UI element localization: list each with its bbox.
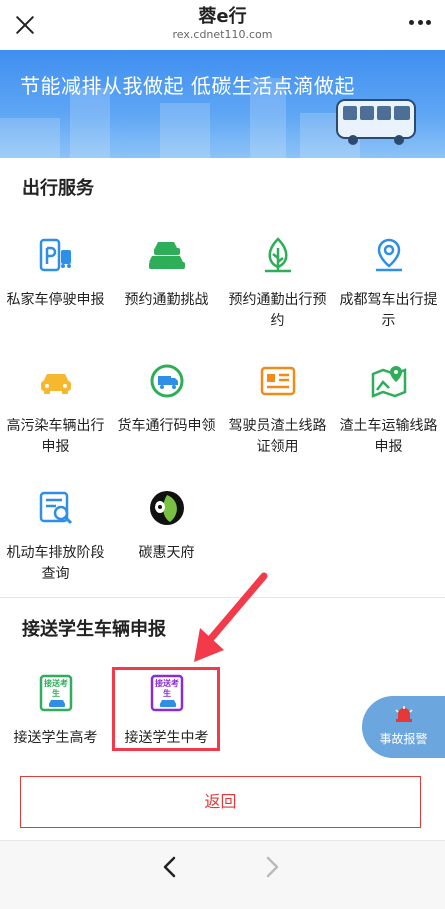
title-block: 蓉e行 rex.cdnet110.com [0, 6, 445, 42]
license-card-icon [260, 366, 295, 396]
service-commute-reservation[interactable]: 预约通勤出行预约 [222, 236, 333, 332]
service-label: 预约通勤出行预约 [228, 292, 327, 329]
banner[interactable]: 节能减排从我做起 低碳生活点滴做起 [0, 50, 445, 158]
service-carbon-tianfu[interactable]: 碳惠天府 [111, 489, 222, 564]
pointer-arrow-icon [194, 572, 268, 662]
truck-badge-icon [150, 364, 183, 398]
accident-report-label: 事故报警 [379, 732, 428, 746]
student-badge-text: 接送考生 [44, 679, 68, 698]
browser-nav-bar [0, 840, 445, 909]
accident-report-button[interactable]: 事故报警 [362, 696, 445, 758]
document-search-icon [39, 491, 72, 525]
service-label: 成都驾车出行提示 [339, 292, 438, 329]
top-bar: 蓉e行 rex.cdnet110.com [0, 0, 445, 50]
service-label: 渣土车运输线路申报 [339, 418, 438, 455]
service-driving-tips[interactable]: 成都驾车出行提示 [333, 236, 444, 332]
car-icon [40, 374, 71, 394]
service-label: 驾驶员渣土线路证领用 [228, 418, 327, 455]
leaf-icon [264, 237, 291, 273]
service-truck-pass[interactable]: 货车通行码申领 [111, 362, 222, 437]
banner-slogan: 节能减排从我做起 低碳生活点滴做起 [20, 74, 355, 98]
highlight-box [112, 667, 220, 751]
service-high-pollution-vehicle[interactable]: 高污染车辆出行申报 [0, 362, 111, 458]
section-title-student-transport: 接送学生车辆申报 [22, 619, 166, 640]
service-label: 预约通勤挑战 [124, 292, 209, 308]
back-button[interactable]: 返回 [20, 776, 421, 828]
alarm-siren-icon [394, 706, 413, 722]
bus-illustration [336, 99, 416, 145]
section-title-travel: 出行服务 [22, 178, 94, 199]
route-map-icon [371, 366, 406, 398]
service-commute-challenge[interactable]: 预约通勤挑战 [111, 236, 222, 311]
panda-leaf-logo [149, 491, 184, 525]
service-label: 私家车停驶申报 [6, 292, 105, 308]
page-url: rex.cdnet110.com [172, 28, 273, 41]
service-driver-route-license[interactable]: 驾驶员渣土线路证领用 [222, 362, 333, 458]
service-label: 高污染车辆出行申报 [6, 418, 105, 455]
page-title: 蓉e行 [198, 6, 247, 27]
service-label: 货车通行码申领 [117, 418, 216, 434]
car-parking-icon [39, 238, 71, 272]
service-label: 碳惠天府 [138, 545, 195, 561]
service-muck-truck-route[interactable]: 渣土车运输线路申报 [333, 362, 444, 458]
location-pin-icon [375, 238, 402, 272]
student-item-label: 接送学生高考 [13, 730, 98, 746]
chevron-left-icon[interactable] [160, 855, 180, 879]
service-private-car-suspension[interactable]: 私家车停驶申报 [0, 236, 111, 311]
service-emission-stage-query[interactable]: 机动车排放阶段查询 [0, 489, 111, 585]
cars-challenge-icon [148, 242, 185, 269]
more-options-icon[interactable] [409, 18, 431, 26]
service-label: 机动车排放阶段查询 [6, 545, 105, 582]
chevron-right-icon[interactable] [262, 855, 282, 879]
